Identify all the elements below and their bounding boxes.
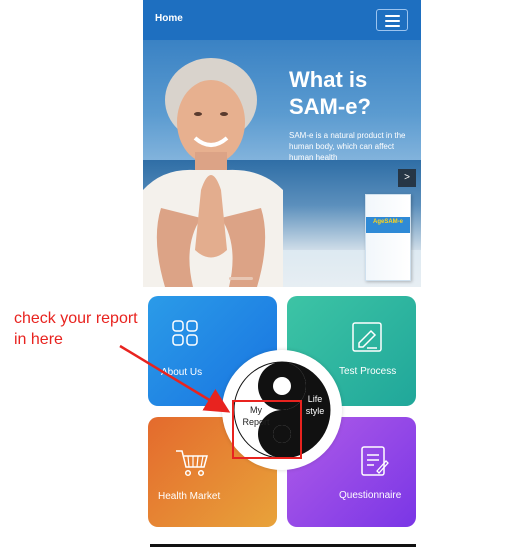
annotation-arrow xyxy=(119,344,231,413)
annotation-highlight-box xyxy=(232,400,302,459)
